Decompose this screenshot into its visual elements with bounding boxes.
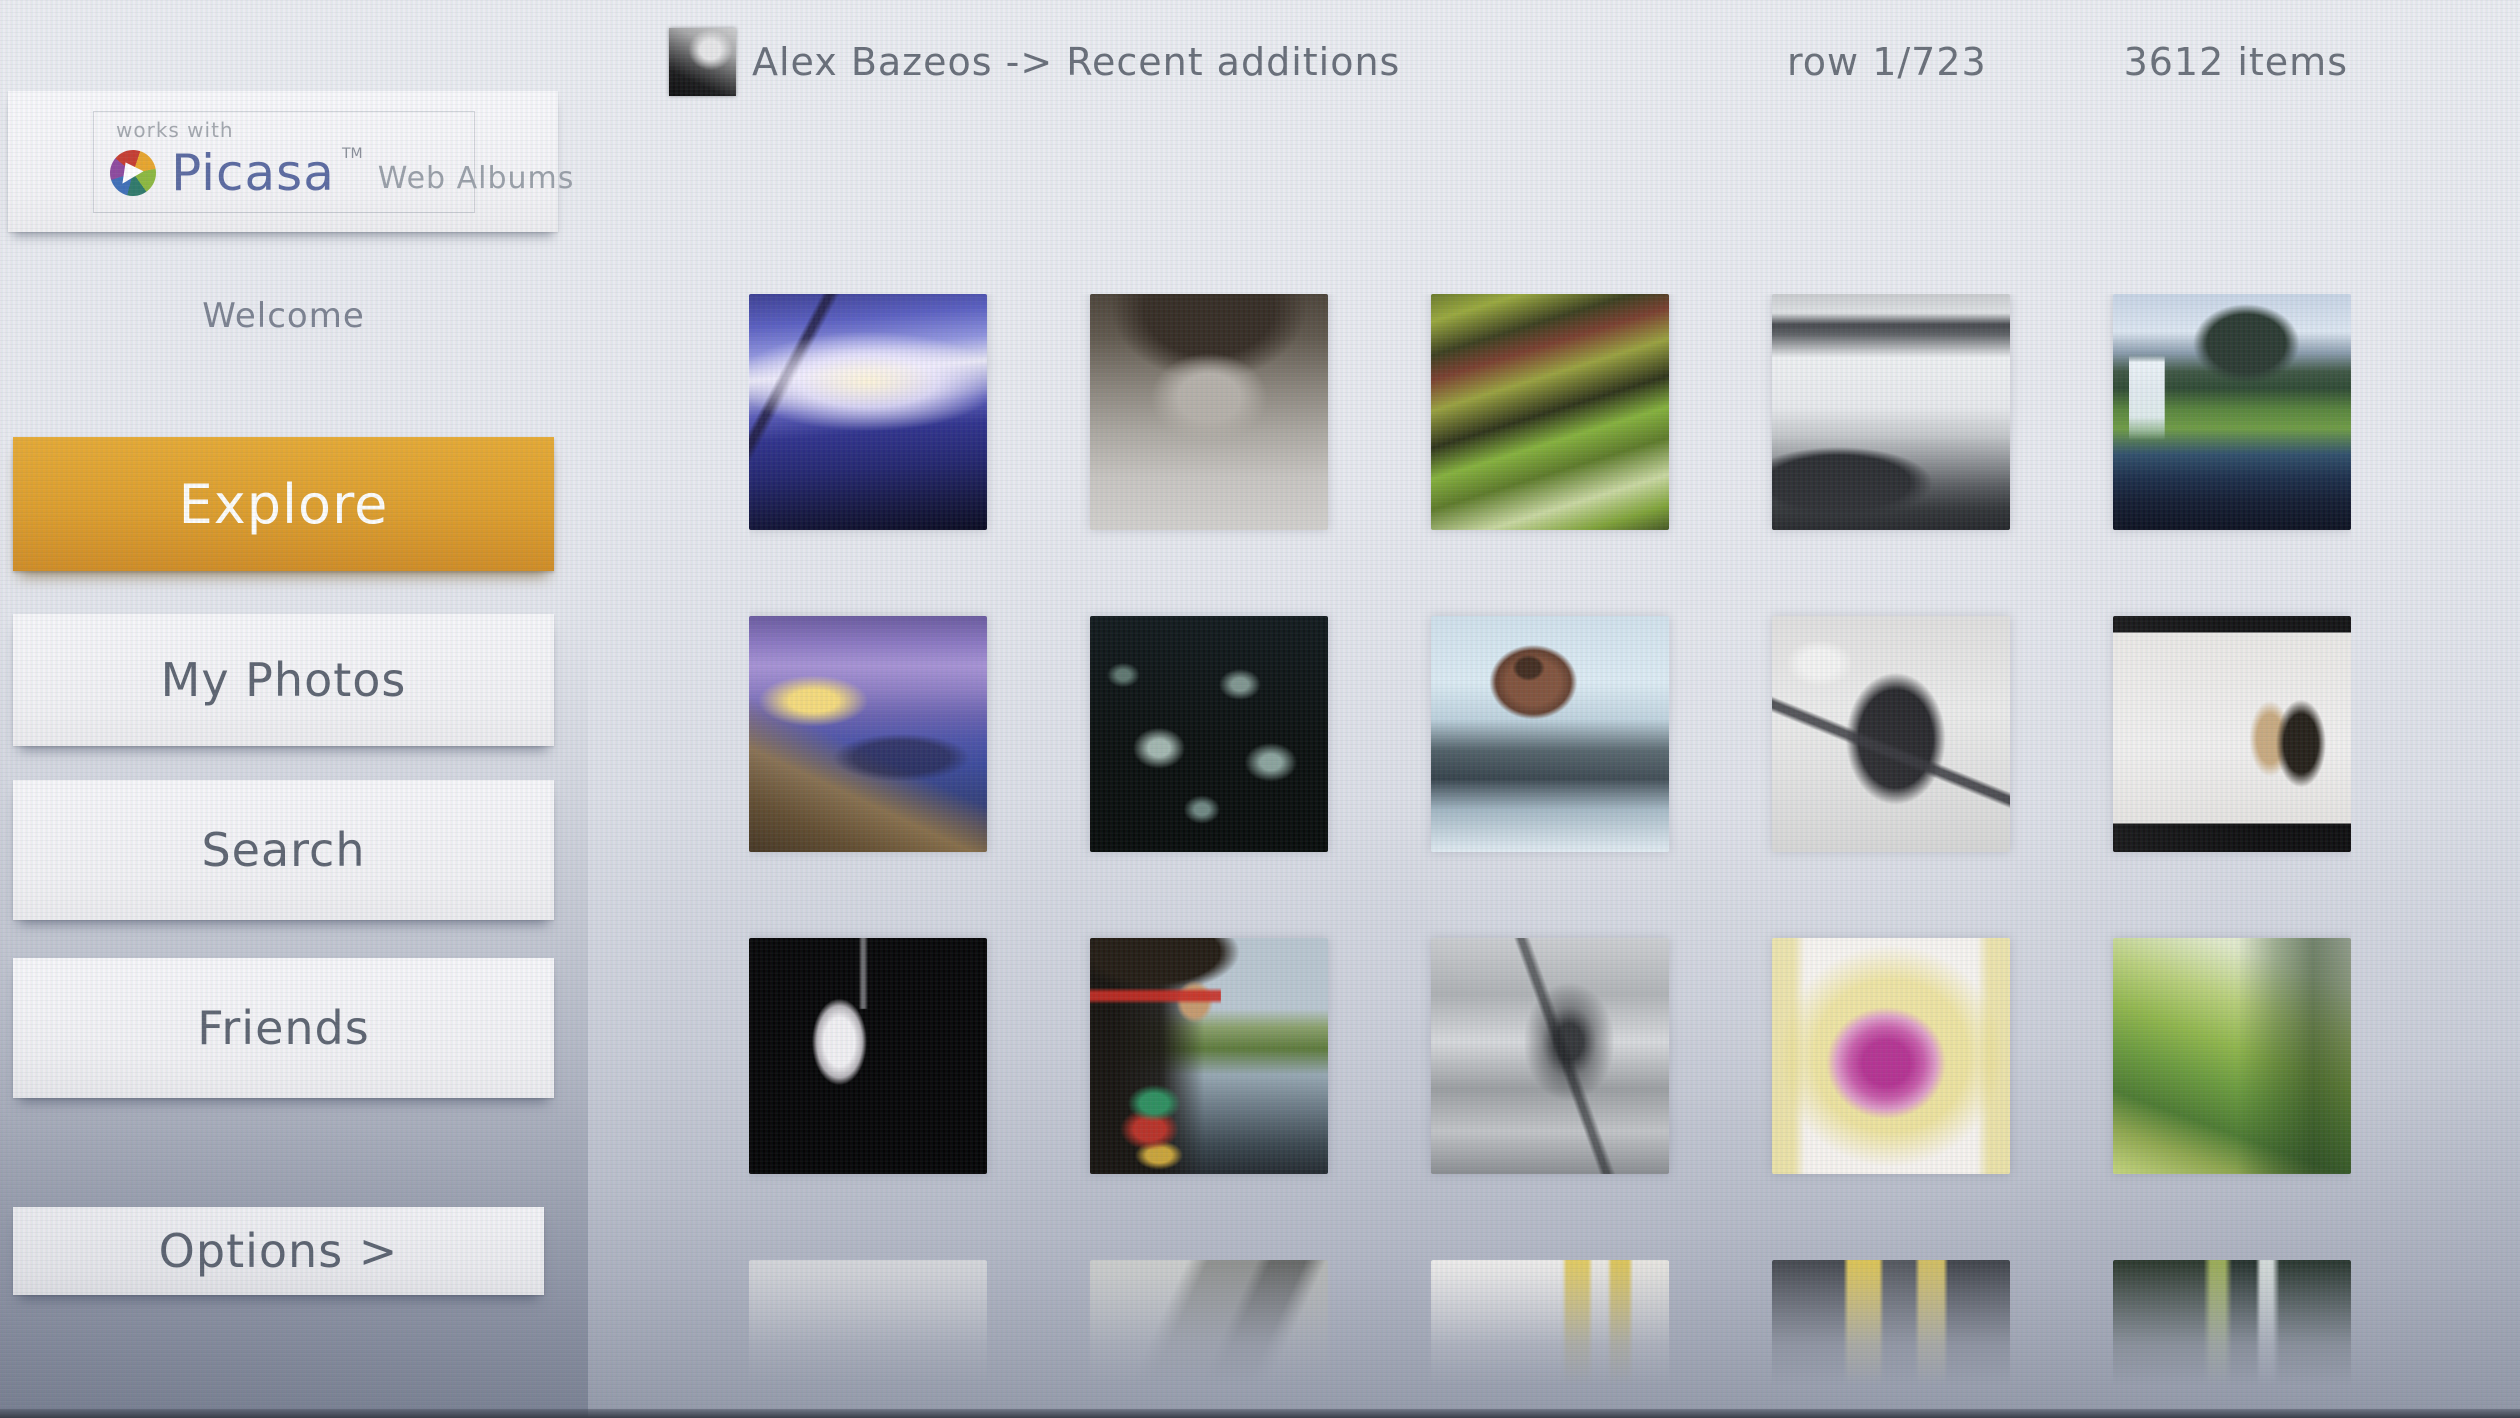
- photo-thumbnail-pink-dahlia[interactable]: [1772, 938, 2010, 1174]
- trademark-label: TM: [342, 146, 363, 162]
- sidebar-item-explore[interactable]: Explore: [13, 437, 554, 571]
- welcome-label: Welcome: [13, 296, 554, 336]
- picasa-logo: Picasa TM Web Albums: [110, 144, 574, 200]
- photo-thumbnail-dark-succulents[interactable]: [1090, 616, 1328, 852]
- sidebar-item-search[interactable]: Search: [13, 780, 554, 920]
- photo-thumbnail-partial-2[interactable]: [1090, 1260, 1328, 1418]
- photo-grid: [749, 294, 2351, 1418]
- items-count: 3612 items: [2124, 40, 2348, 84]
- picasa-logo-frame: works with Picasa TM Web Albums: [93, 111, 475, 213]
- photo-thumbnail-white-moth[interactable]: [749, 938, 987, 1174]
- sidebar-item-my-photos[interactable]: My Photos: [13, 614, 554, 746]
- works-with-label: works with: [116, 118, 234, 142]
- photo-thumbnail-twilight-lake-branch[interactable]: [749, 294, 987, 530]
- sidebar-item-options[interactable]: Options >: [13, 1207, 544, 1295]
- photo-thumbnail-mountain-waterfall[interactable]: [2113, 294, 2351, 530]
- photo-thumbnail-tribal-portrait[interactable]: [1090, 938, 1328, 1174]
- photo-thumbnail-bw-seascape[interactable]: [1772, 294, 2010, 530]
- photo-thumbnail-owl-in-flight[interactable]: [1090, 294, 1328, 530]
- user-avatar: [669, 28, 736, 96]
- photo-thumbnail-snail-shell[interactable]: [1431, 616, 1669, 852]
- photo-thumbnail-purple-sunset-coast[interactable]: [749, 616, 987, 852]
- sidebar-item-friends[interactable]: Friends: [13, 958, 554, 1098]
- picasa-logo-card: works with Picasa TM Web Albums: [8, 91, 558, 232]
- photo-thumbnail-bw-storm-tree[interactable]: [1431, 938, 1669, 1174]
- photo-thumbnail-rolling-hills[interactable]: [1431, 294, 1669, 530]
- photo-thumbnail-partial-5[interactable]: [2113, 1260, 2351, 1418]
- row-indicator: row 1/723: [1787, 40, 1987, 84]
- photo-thumbnail-bw-film-couple[interactable]: [2113, 616, 2351, 852]
- photo-thumbnail-sunlit-forest[interactable]: [2113, 938, 2351, 1174]
- picasa-pinwheel-icon: [110, 150, 156, 196]
- picasa-tv-app: Alex Bazeos -> Recent additions row 1/72…: [0, 0, 2520, 1418]
- picasa-brand-label: Picasa: [171, 144, 335, 202]
- web-albums-label: Web Albums: [378, 151, 575, 196]
- breadcrumb: Alex Bazeos -> Recent additions: [752, 40, 1400, 84]
- photo-thumbnail-partial-1[interactable]: [749, 1260, 987, 1418]
- screen-bottom-edge: [0, 1409, 2520, 1418]
- photo-thumbnail-partial-4[interactable]: [1772, 1260, 2010, 1418]
- photo-thumbnail-partial-3[interactable]: [1431, 1260, 1669, 1418]
- photo-thumbnail-hanging-chimp[interactable]: [1772, 616, 2010, 852]
